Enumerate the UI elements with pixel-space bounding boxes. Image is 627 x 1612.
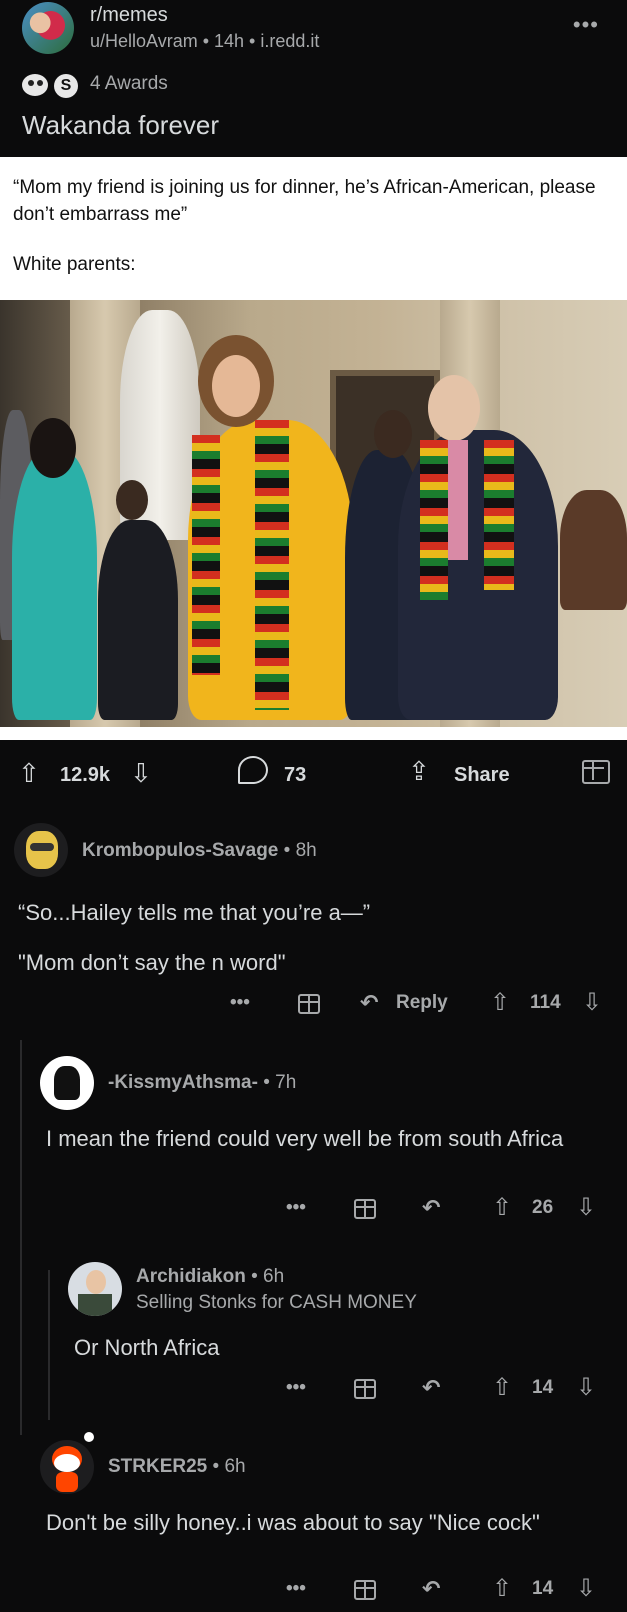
user-flair: Selling Stonks for CASH MONEY <box>136 1292 417 1313</box>
more-options-icon[interactable]: ••• <box>230 992 250 1014</box>
person <box>98 520 178 720</box>
thread-line[interactable] <box>48 1270 50 1420</box>
thread-line[interactable] <box>20 1040 22 1435</box>
meme-punchline: White parents: <box>13 254 136 275</box>
meme-photo <box>0 300 627 727</box>
comment-actions: ••• ↶ ⇧ 26 ⇩ <box>286 1194 616 1227</box>
comment-text: "Mom don’t say the n word" <box>18 950 286 975</box>
downvote-icon[interactable]: ⇩ <box>576 1193 596 1222</box>
share-button[interactable]: Share <box>454 764 510 787</box>
kente-stole <box>192 435 220 675</box>
person-head <box>116 480 148 520</box>
upvote-icon[interactable]: ⇧ <box>492 1193 512 1222</box>
comment-username[interactable]: Krombopulos-Savage <box>82 840 278 861</box>
gift-award-icon[interactable] <box>354 1379 376 1405</box>
comment-actions: ••• ↶ ⇧ 14 ⇩ <box>286 1575 616 1608</box>
person-face <box>428 375 480 441</box>
tie <box>448 440 468 560</box>
comment-header: Archidiakon • 6h <box>136 1266 284 1288</box>
upvote-icon[interactable]: ⇧ <box>490 988 510 1017</box>
reply-icon[interactable]: ↶ <box>360 990 378 1016</box>
reply-icon[interactable]: ↶ <box>422 1576 440 1602</box>
comment-age: • 7h <box>263 1072 297 1093</box>
reply-button[interactable]: Reply <box>396 992 448 1014</box>
meme-caption: “Mom my friend is joining us for dinner,… <box>13 177 596 225</box>
comment-header: Krombopulos-Savage • 8h <box>82 840 317 862</box>
reply-icon[interactable]: ↶ <box>422 1375 440 1401</box>
upvote-icon[interactable]: ⇧ <box>18 758 40 789</box>
comment-actions: ••• ↶ Reply ⇧ 114 ⇩ <box>230 989 620 1022</box>
downvote-icon[interactable]: ⇩ <box>576 1373 596 1402</box>
more-options-icon[interactable]: ••• <box>286 1377 306 1399</box>
comment-header: STRKER25 • 6h <box>108 1456 246 1478</box>
comment-score: 26 <box>532 1197 554 1218</box>
comment-text: “So...Hailey tells me that you’re a—” <box>18 900 371 925</box>
award-icon <box>22 74 48 96</box>
comment-age: • 8h <box>283 840 317 861</box>
more-options-icon[interactable]: ••• <box>286 1197 306 1219</box>
comment-age: • 6h <box>251 1266 285 1287</box>
person <box>12 450 97 720</box>
gift-award-icon[interactable] <box>354 1580 376 1606</box>
gift-award-icon[interactable] <box>298 994 320 1020</box>
kente-stole <box>255 420 289 710</box>
comment-score: 14 <box>532 1578 554 1599</box>
more-options-icon[interactable]: ••• <box>573 12 599 38</box>
person-head <box>30 418 76 478</box>
comment-count: 73 <box>284 764 307 786</box>
comment-score: 14 <box>532 1377 554 1398</box>
downvote-icon[interactable]: ⇩ <box>576 1574 596 1603</box>
more-options-icon[interactable]: ••• <box>286 1578 306 1600</box>
gift-award-icon[interactable] <box>354 1199 376 1225</box>
comment-username[interactable]: -KissmyAthsma- <box>108 1072 258 1093</box>
comment-age: • 6h <box>212 1456 246 1477</box>
person-head <box>374 410 412 458</box>
awards-count[interactable]: 4 Awards <box>90 73 168 95</box>
gift-award-icon[interactable] <box>582 760 610 791</box>
downvote-icon[interactable]: ⇩ <box>582 988 602 1017</box>
share-icon[interactable]: ⇪ <box>408 756 430 787</box>
post-title[interactable]: Wakanda forever <box>22 110 219 141</box>
post-action-bar: ⇧ 12.9k ⇩ 73 ⇪ Share <box>0 752 627 800</box>
comment-username[interactable]: STRKER25 <box>108 1456 207 1477</box>
avatar[interactable] <box>68 1262 122 1316</box>
person-face <box>212 355 260 417</box>
subreddit-avatar[interactable] <box>22 2 74 54</box>
subreddit-name[interactable]: r/memes <box>90 4 168 27</box>
downvote-icon[interactable]: ⇩ <box>130 758 152 789</box>
comment-score: 114 <box>530 992 561 1013</box>
comment-username[interactable]: Archidiakon <box>136 1266 246 1287</box>
kente-stole <box>484 440 514 590</box>
reply-icon[interactable]: ↶ <box>422 1195 440 1221</box>
avatar[interactable] <box>40 1056 94 1110</box>
comment-text: Don't be silly honey..i was about to say… <box>46 1510 540 1535</box>
kente-stole <box>420 440 448 600</box>
avatar[interactable] <box>14 823 68 877</box>
upvote-icon[interactable]: ⇧ <box>492 1373 512 1402</box>
comment-header: -KissmyAthsma- • 7h <box>108 1072 296 1094</box>
comment-text: Or North Africa <box>74 1335 220 1360</box>
comment-icon[interactable] <box>238 756 268 784</box>
upvote-icon[interactable]: ⇧ <box>492 1574 512 1603</box>
avatar[interactable] <box>40 1440 94 1494</box>
award-badge-icon: S <box>54 74 78 98</box>
comment-actions: ••• ↶ ⇧ 14 ⇩ <box>286 1374 616 1407</box>
post-image[interactable]: “Mom my friend is joining us for dinner,… <box>0 157 627 740</box>
comment-text: I mean the friend could very well be fro… <box>46 1126 564 1151</box>
online-indicator <box>84 1432 94 1442</box>
post-meta: u/HelloAvram • 14h • i.redd.it <box>90 31 320 51</box>
upvote-count: 12.9k <box>60 764 111 786</box>
person <box>560 490 627 610</box>
